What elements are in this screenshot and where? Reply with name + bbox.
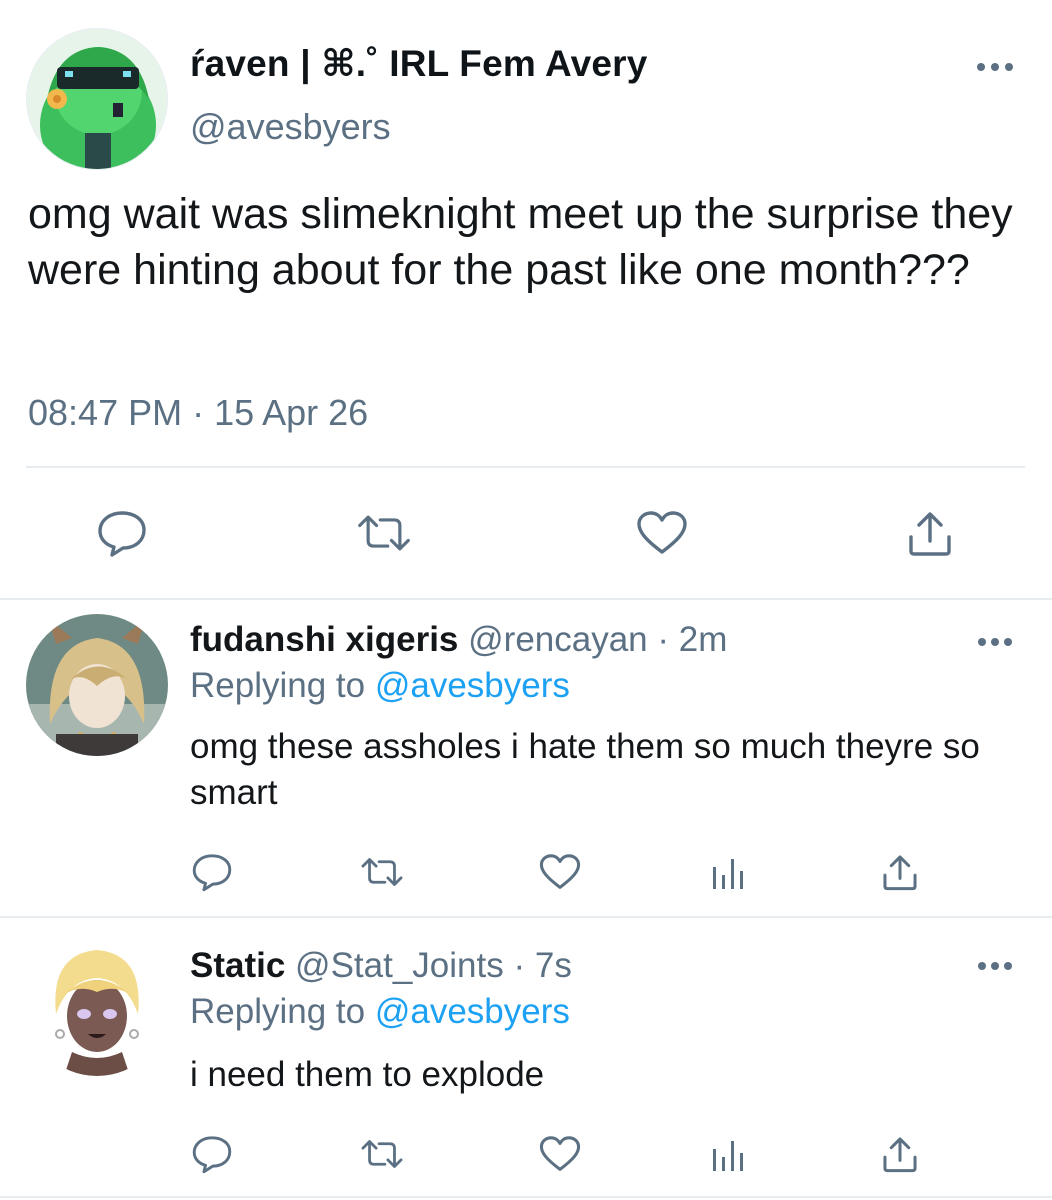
relative-time[interactable]: · 7s [513, 946, 571, 985]
like-button[interactable] [538, 1132, 582, 1176]
analytics-icon [713, 859, 743, 889]
share-icon [883, 855, 917, 891]
tweet-text: omg these assholes i hate them so much t… [190, 727, 980, 812]
display-name[interactable]: ŕaven | ⌘.˚ IRL Fem Avery [190, 42, 648, 85]
reply-tweet[interactable]: Static @Stat_Joints · 7s Replying to @av… [0, 918, 1052, 1200]
retweet-button[interactable] [360, 850, 404, 894]
mention-link[interactable]: @avesbyers [375, 666, 570, 705]
reply-button[interactable] [190, 1132, 234, 1176]
like-button[interactable] [634, 508, 690, 558]
replying-to: Replying to @avesbyers [190, 992, 570, 1032]
main-tweet: ŕaven | ⌘.˚ IRL Fem Avery @avesbyers omg… [0, 0, 1052, 598]
like-button[interactable] [538, 850, 582, 894]
user-handle[interactable]: @avesbyers [190, 106, 391, 148]
display-name[interactable]: fudanshi xigeris [190, 620, 458, 659]
reply-icon [192, 854, 232, 892]
like-icon [539, 854, 581, 889]
reply-header: fudanshi xigeris @rencayan · 2m [190, 620, 727, 660]
share-icon [909, 512, 951, 556]
user-handle[interactable]: @Stat_Joints [295, 946, 504, 985]
replying-to-label: Replying to [190, 992, 375, 1031]
retweet-button[interactable] [360, 1132, 404, 1176]
share-button[interactable] [878, 1132, 922, 1176]
retweet-icon [361, 1140, 403, 1168]
share-button[interactable] [878, 850, 922, 894]
avatar[interactable] [26, 28, 168, 170]
avatar-green-character-icon [27, 29, 167, 169]
divider [0, 1196, 1052, 1198]
tweet-thread: ŕaven | ⌘.˚ IRL Fem Avery @avesbyers omg… [0, 0, 1052, 1200]
analytics-icon [713, 1141, 743, 1171]
like-icon [637, 511, 687, 554]
reply-button[interactable] [190, 850, 234, 894]
replying-to-label: Replying to [190, 666, 375, 705]
tweet-text: omg wait was slimeknight meet up the sur… [28, 190, 1013, 294]
reply-tweet[interactable]: fudanshi xigeris @rencayan · 2m Replying… [0, 600, 1052, 916]
more-options-icon[interactable] [970, 630, 1020, 654]
more-options-icon[interactable] [970, 55, 1020, 79]
retweet-icon [361, 858, 403, 886]
avatar-dark-skinned-character-icon [26, 934, 168, 1076]
more-options-icon[interactable] [970, 954, 1020, 978]
analytics-button[interactable] [706, 1132, 750, 1176]
analytics-button[interactable] [706, 850, 750, 894]
avatar[interactable] [26, 934, 168, 1076]
avatar[interactable] [26, 614, 168, 756]
share-button[interactable] [902, 508, 958, 558]
retweet-icon [358, 515, 410, 551]
reply-icon [192, 1136, 232, 1174]
reply-button[interactable] [94, 508, 150, 558]
avatar-blonde-horned-character-icon [26, 614, 168, 756]
reply-header: Static @Stat_Joints · 7s [190, 946, 572, 986]
retweet-button[interactable] [356, 508, 412, 558]
like-icon [539, 1136, 581, 1171]
tweet-timestamp[interactable]: 08:47 PM · 15 Apr 26 [28, 392, 368, 434]
tweet-text: i need them to explode [190, 1055, 545, 1094]
relative-time[interactable]: · 2m [657, 620, 727, 659]
user-handle[interactable]: @rencayan [468, 620, 648, 659]
replying-to: Replying to @avesbyers [190, 666, 570, 706]
display-name[interactable]: Static [190, 946, 285, 985]
reply-icon [98, 511, 146, 557]
mention-link[interactable]: @avesbyers [375, 992, 570, 1031]
divider [26, 466, 1025, 468]
share-icon [883, 1137, 917, 1173]
